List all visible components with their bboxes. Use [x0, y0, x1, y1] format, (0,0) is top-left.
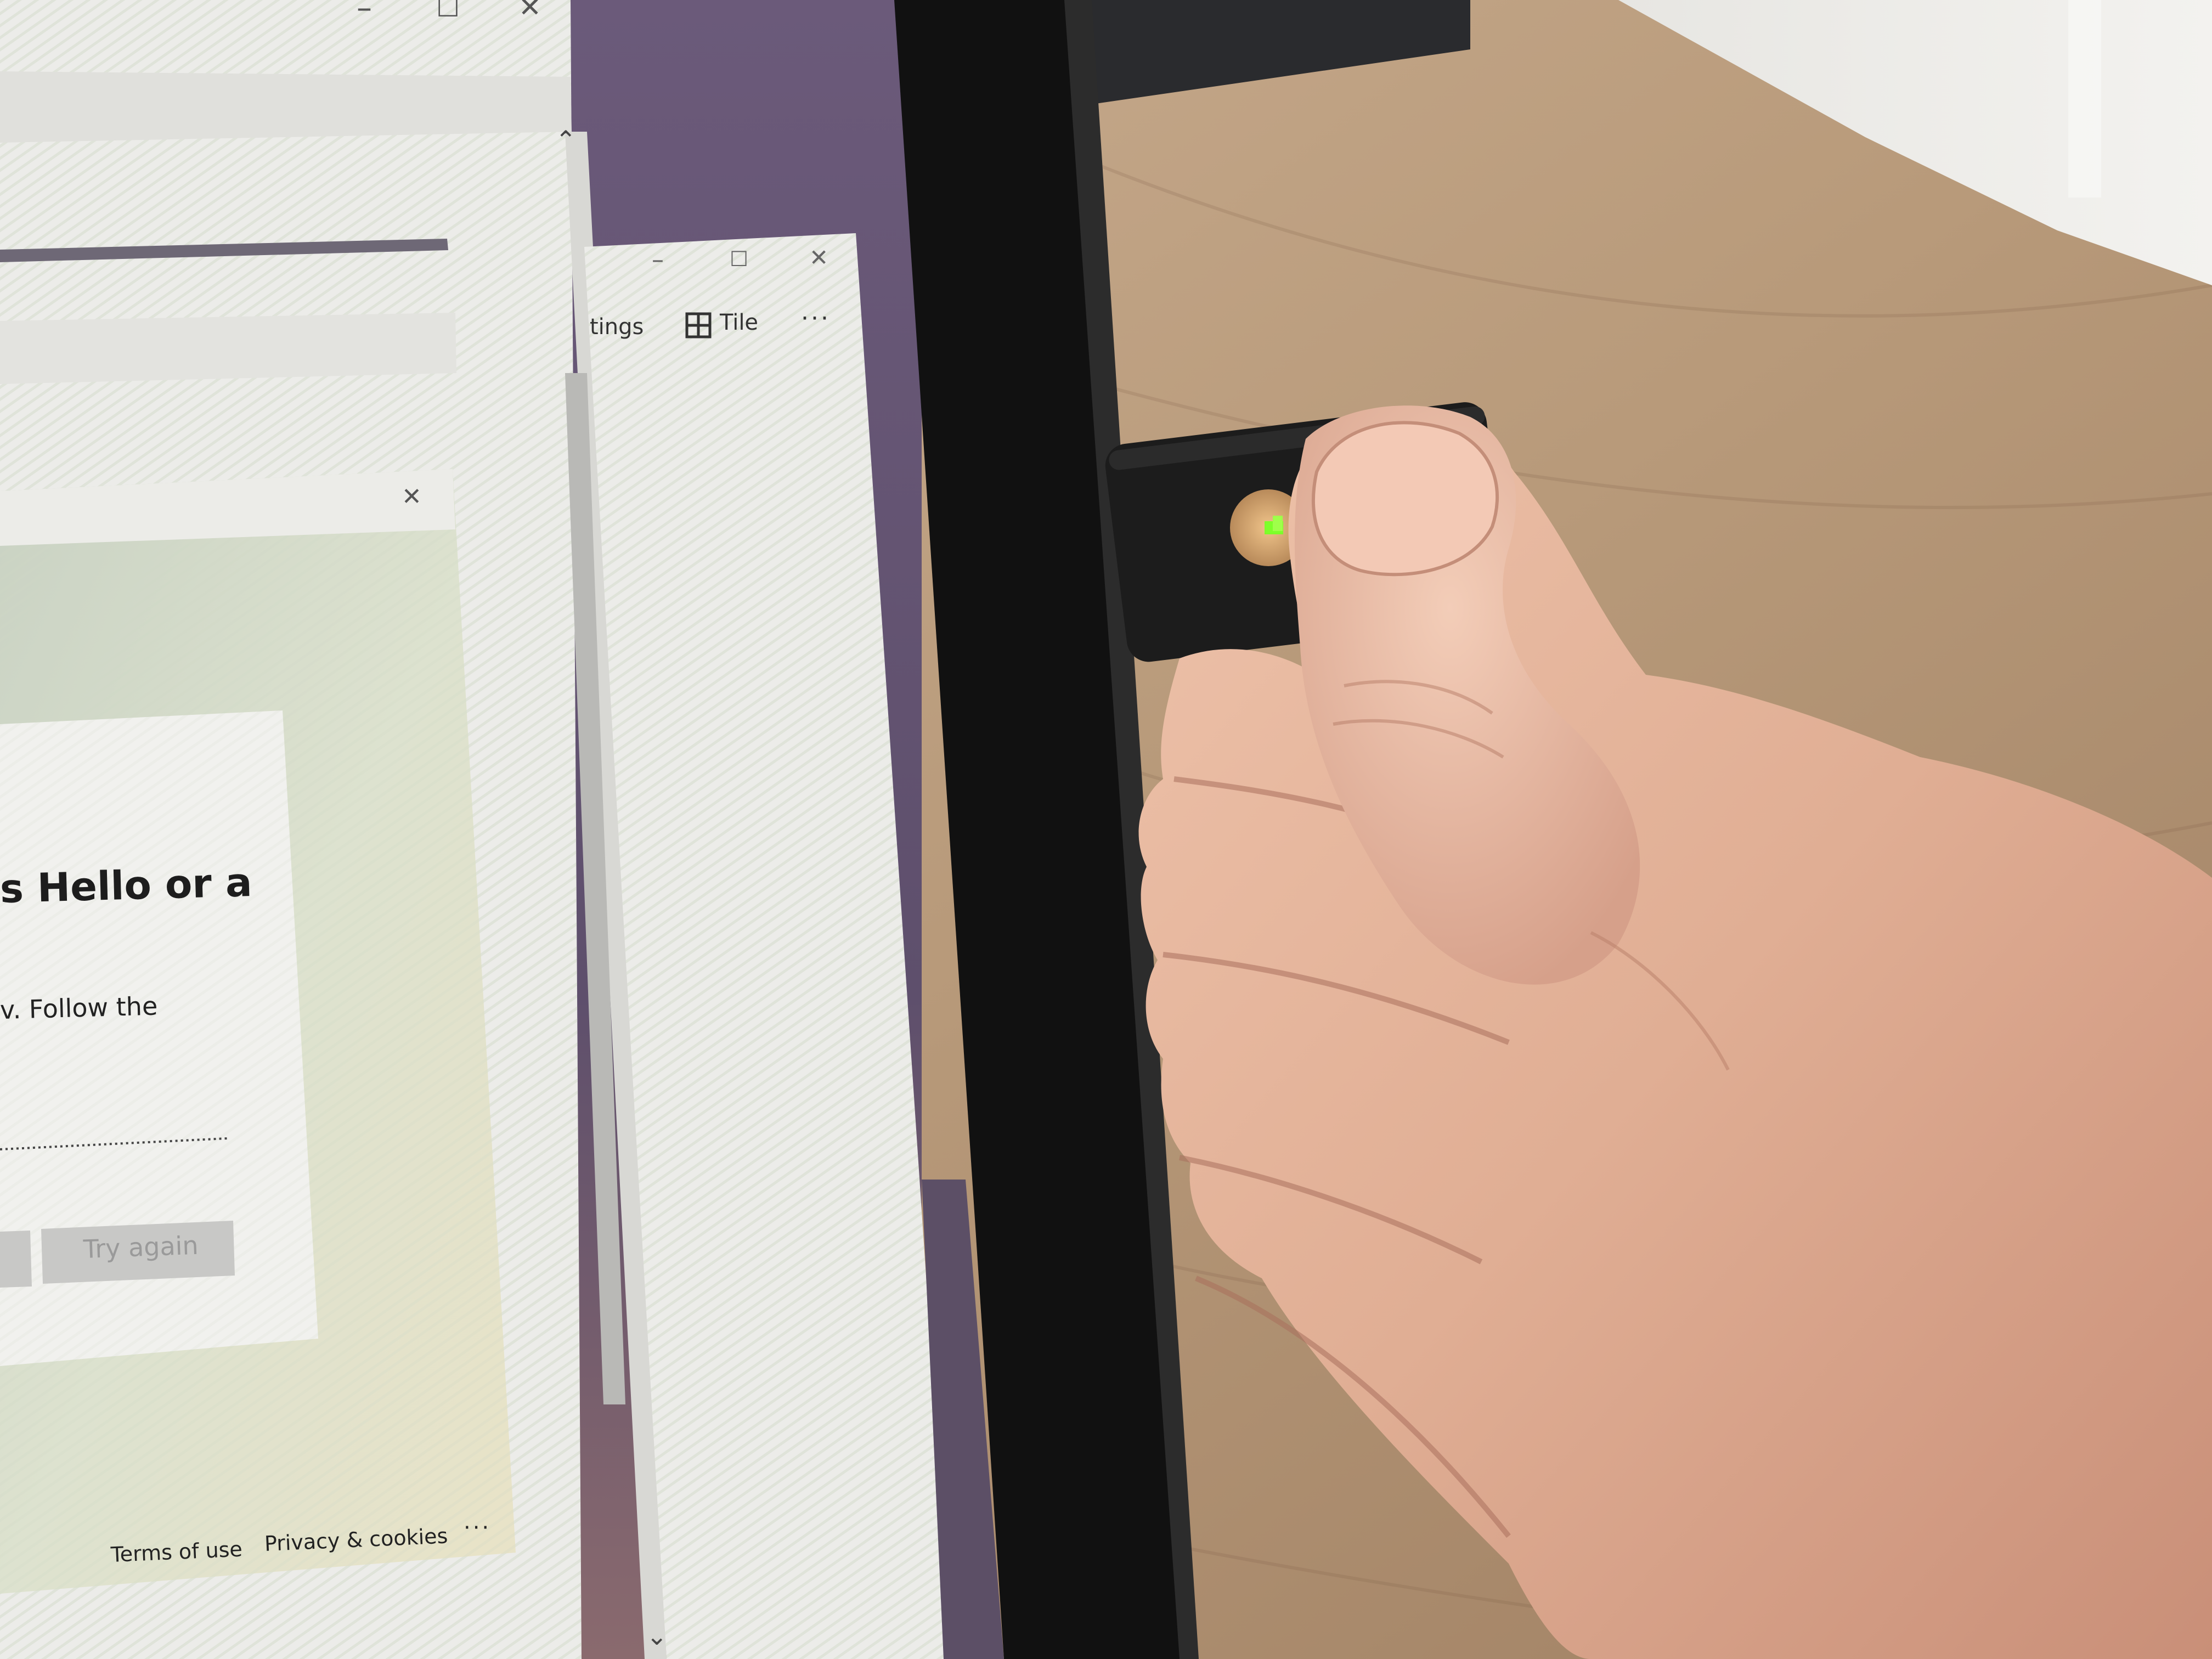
photo-scene: – ☐ ✕ ⌃ ⌄ – ☐ ✕ tings Tile ··· ✕ s Hello… — [0, 0, 2212, 1659]
back-window-maximize-button[interactable]: ☐ — [436, 0, 460, 23]
tile-button-label[interactable]: Tile — [720, 310, 758, 335]
scroll-up-arrow[interactable]: ⌃ — [555, 125, 577, 155]
dialog-heading: s Hello or a — [0, 859, 253, 912]
ui-overlay: – ☐ ✕ ⌃ ⌄ – ☐ ✕ tings Tile ··· ✕ s Hello… — [0, 0, 2212, 1659]
settings-button-label[interactable]: tings — [590, 314, 644, 340]
middle-window-maximize-button[interactable]: ☐ — [730, 247, 748, 271]
dialog-close-button[interactable]: ✕ — [402, 483, 422, 511]
privacy-cookies-link[interactable]: Privacy & cookies — [264, 1523, 448, 1556]
middle-window-minimize-button[interactable]: – — [652, 246, 664, 274]
scroll-down-arrow[interactable]: ⌄ — [646, 1621, 668, 1651]
toolbar-more-button[interactable]: ··· — [801, 304, 831, 332]
terms-of-use-link[interactable]: Terms of use — [110, 1537, 243, 1567]
middle-window-close-button[interactable]: ✕ — [809, 244, 828, 271]
footer-more-button[interactable]: ··· — [464, 1515, 491, 1541]
back-window-close-button[interactable]: ✕ — [518, 0, 541, 23]
try-again-button-label[interactable]: Try again — [83, 1231, 199, 1264]
dialog-body-text: v. Follow the — [0, 991, 158, 1025]
back-window-minimize-button[interactable]: – — [357, 0, 372, 26]
